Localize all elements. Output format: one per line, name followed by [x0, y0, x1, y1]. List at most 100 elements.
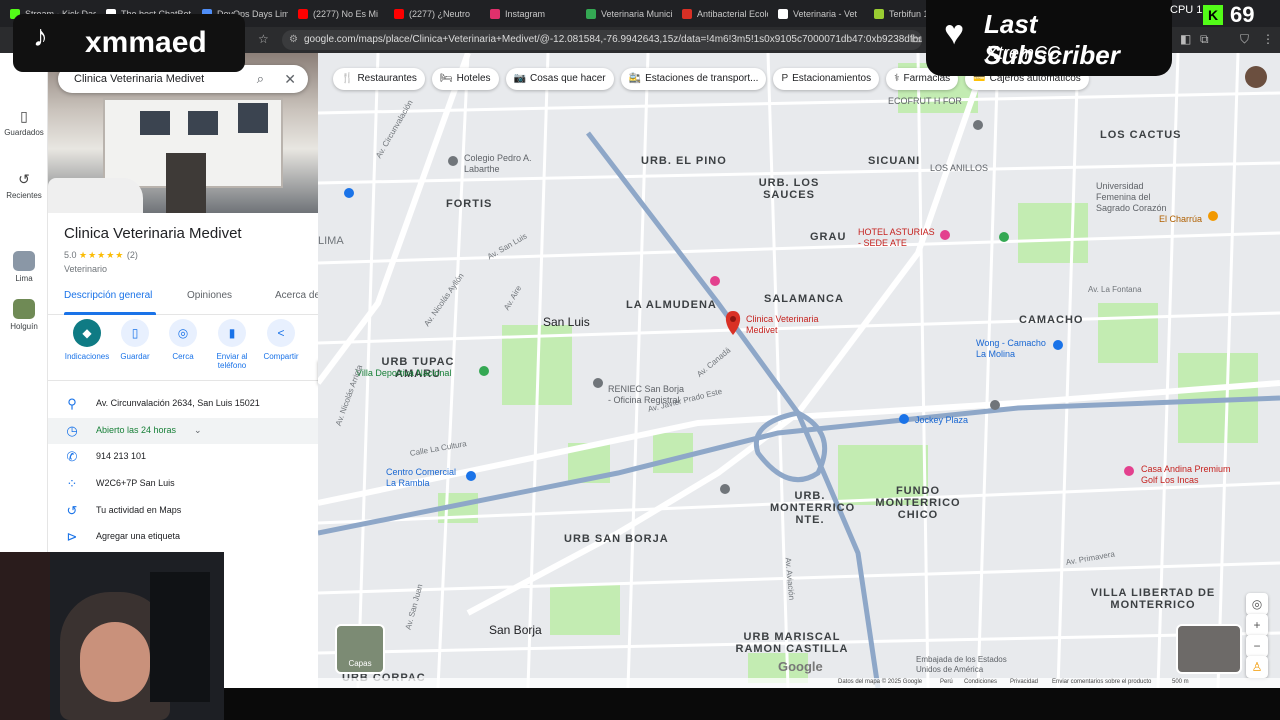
bookmark-icon: ▯: [20, 108, 28, 124]
map-canvas[interactable]: 🍴 Restaurantes 🛏 Hoteles 📷 Cosas que hacer 🚉 Es…: [318, 53, 1280, 688]
rail-item-holguin[interactable]: Holguín: [0, 299, 48, 331]
neighborhood-label: FUNDO MONTERRICO CHICO: [875, 485, 961, 521]
hours-row[interactable]: ◷ Abierto las 24 horas ⌄: [48, 418, 318, 444]
shield-icon[interactable]: ⛉: [1240, 32, 1249, 47]
poi-label[interactable]: El Charrúa: [1159, 214, 1202, 224]
rail-item-lima[interactable]: Lima: [0, 251, 48, 283]
action-buttons: ◆ Indicaciones ▯ Guardar ◎ Cerca ▮ Envia…: [48, 319, 318, 379]
street-view-thumbnail[interactable]: [1176, 624, 1242, 674]
chip-label: Estaciones de transport...: [645, 73, 759, 84]
avatar[interactable]: [1245, 66, 1267, 88]
poi-label[interactable]: Casa Andina Premium Golf Los Incas: [1141, 464, 1241, 486]
district-label: San Borja: [489, 623, 542, 637]
browser-tab[interactable]: Veterinaria Municipal: [580, 3, 672, 25]
close-icon[interactable]: ✕: [284, 65, 296, 93]
extensions-icon[interactable]: ⧉: [1200, 32, 1209, 47]
directions-button[interactable]: ◆ Indicaciones: [62, 319, 112, 361]
chip-label: Hoteles: [456, 73, 491, 84]
region-link[interactable]: Perú: [940, 679, 953, 685]
neighborhood-label: GRAU: [810, 231, 847, 243]
poi-label[interactable]: Embajada de los Estados Unidos de Améric…: [916, 655, 1026, 675]
category-chip[interactable]: 🛏 Hoteles: [431, 68, 499, 90]
place-marker-label[interactable]: Clinica Veterinaria Medivet: [746, 314, 836, 336]
browser-tab[interactable]: Instagram: [484, 3, 576, 25]
window-shape: [188, 111, 218, 135]
tab-favicon-icon: [778, 8, 788, 19]
neighborhood-label: URB. MONTERRICO NTE.: [770, 490, 856, 526]
menu-icon[interactable]: ⋮: [1262, 32, 1274, 46]
pegman-icon[interactable]: ♙: [1246, 656, 1268, 678]
share-button[interactable]: < Compartir: [256, 319, 306, 361]
poi-label[interactable]: Colegio Pedro A. Labarthe: [464, 153, 544, 175]
category-chip[interactable]: P Estacionamientos: [773, 68, 880, 90]
save-button[interactable]: ▯ Guardar: [110, 319, 160, 361]
poi-label[interactable]: HOTEL ASTURIAS - SEDE ATE: [858, 227, 938, 249]
last-subscriber-overlay: ♥ Last Subscriber XtremCC: [926, 0, 1172, 76]
phone-icon: ✆: [66, 449, 78, 464]
add-label-row[interactable]: ⊳ Agregar una etiqueta: [48, 524, 318, 550]
park-area: [550, 585, 620, 635]
browser-tab[interactable]: (2277) No Es Mi: [292, 3, 384, 25]
zoom-in-button[interactable]: +: [1246, 614, 1268, 636]
neighborhood-label: CAMACHO: [1019, 314, 1084, 326]
add-label-text: Agregar una etiqueta: [96, 531, 181, 541]
phone-text: 914 213 101: [96, 451, 147, 461]
tab-favicon-icon: [874, 8, 884, 19]
my-location-icon[interactable]: ◎: [1246, 593, 1268, 615]
browser-tab[interactable]: (2277) ¿Neutro: [388, 3, 480, 25]
poi-label[interactable]: Universidad Femenina del Sagrado Corazón: [1096, 181, 1186, 214]
address-text: Av. Circunvalación 2634, San Luis 15021: [96, 398, 260, 408]
chip-label: Estacionamientos: [792, 73, 872, 84]
privacy-link[interactable]: Privacidad: [1010, 679, 1038, 685]
terms-link[interactable]: Condiciones: [964, 679, 997, 685]
search-icon[interactable]: ⌕: [257, 65, 264, 93]
neighborhood-label: LOS ANILLOS: [930, 163, 989, 173]
browser-tab[interactable]: Antibacterial Ecológico: [676, 3, 768, 25]
nearby-icon: ◎: [169, 319, 197, 347]
poi-label[interactable]: Jockey Plaza: [915, 415, 968, 425]
address-bar[interactable]: ⚙ google.com/maps/place/Clinica+Veterina…: [282, 30, 922, 50]
browser-tab[interactable]: Veterinaria - Vet: [772, 3, 864, 25]
poi-label[interactable]: Centro Comercial La Rambla: [386, 467, 466, 489]
tab-label: (2277) ¿Neutro: [409, 8, 471, 19]
category-chip[interactable]: 📷 Cosas que hacer: [505, 68, 614, 90]
last-subscriber-name: XtremCC: [986, 43, 1061, 63]
neighborhood-label: LOS CACTUS: [1100, 129, 1182, 141]
bookmark-star-icon[interactable]: ☆: [258, 32, 269, 46]
review-count: (2): [126, 250, 138, 260]
directions-icon: ◆: [73, 319, 101, 347]
send-to-phone-button[interactable]: ▮ Enviar al teléfono: [207, 319, 257, 370]
plus-code-row[interactable]: ⁘ W2C6+7P San Luis: [48, 471, 318, 497]
chevron-down-icon[interactable]: ⌄: [194, 425, 202, 436]
poi-label[interactable]: Villa Deportiva Nacional: [356, 368, 451, 378]
rail-item-recents[interactable]: ↺ Recientes: [0, 171, 48, 200]
park-area: [1098, 303, 1158, 363]
phone-row[interactable]: ✆ 914 213 101: [48, 444, 318, 470]
category-chip[interactable]: 🍴 Restaurantes: [333, 68, 425, 90]
tab-label: Antibacterial Ecológico: [697, 8, 768, 19]
tab-favicon-icon: [394, 8, 404, 19]
poi-label[interactable]: Wong - Camacho La Molina: [976, 338, 1056, 360]
maps-activity-row[interactable]: ↺ Tu actividad en Maps: [48, 498, 318, 524]
sidebar-icon[interactable]: ◧: [1180, 32, 1191, 46]
address-row[interactable]: ⚲ Av. Circunvalación 2634, San Luis 1502…: [48, 391, 318, 417]
rail-item-label: Holguín: [10, 322, 38, 331]
street-label: LIMA: [318, 235, 344, 247]
tab-overview[interactable]: Descripción general: [64, 290, 152, 301]
category-chip[interactable]: 🚉 Estaciones de transport...: [620, 68, 767, 90]
layers-button[interactable]: Capas: [335, 624, 385, 674]
label-icon: ⊳: [66, 529, 78, 544]
screen-cast-icon[interactable]: ▭: [911, 32, 922, 46]
place-category[interactable]: Veterinario: [64, 264, 107, 274]
heart-icon: ♥: [944, 14, 965, 52]
rail-item-label: Guardados: [4, 128, 44, 137]
site-info-icon[interactable]: ⚙: [289, 30, 298, 50]
tab-about[interactable]: Acerca de: [275, 290, 318, 301]
tab-reviews[interactable]: Opiniones: [187, 290, 232, 301]
feedback-link[interactable]: Enviar comentarios sobre el producto: [1052, 679, 1151, 685]
zoom-out-button[interactable]: −: [1246, 635, 1268, 657]
rating-row[interactable]: 5.0 ★★★★★ (2): [64, 250, 138, 261]
rail-item-saved[interactable]: ▯ Guardados: [0, 108, 48, 137]
transit-dots: [344, 188, 1063, 481]
nearby-button[interactable]: ◎ Cerca: [158, 319, 208, 361]
